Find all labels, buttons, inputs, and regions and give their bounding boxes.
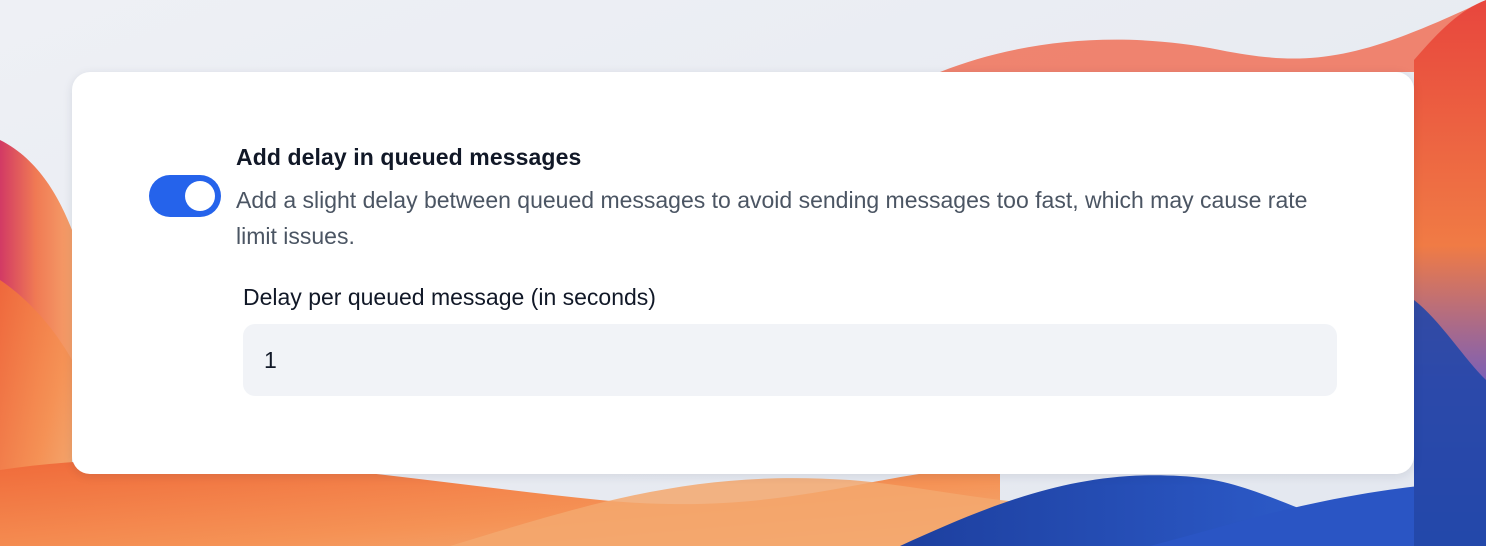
delay-toggle-switch[interactable] (149, 175, 221, 217)
toggle-knob (185, 181, 215, 211)
setting-description: Add a slight delay between queued messag… (236, 187, 1308, 249)
delay-field-label: Delay per queued message (in seconds) (243, 284, 656, 310)
delay-seconds-input[interactable] (243, 324, 1337, 396)
settings-card: Add delay in queued messages Add a sligh… (72, 72, 1414, 474)
setting-title: Add delay in queued messages (236, 144, 582, 170)
